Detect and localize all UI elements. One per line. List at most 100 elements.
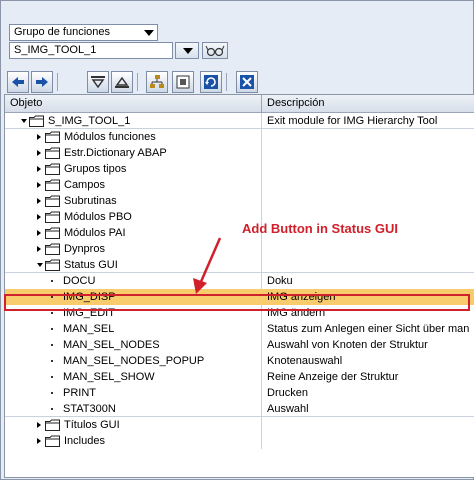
object-cell[interactable]: MAN_SEL_SHOW bbox=[5, 369, 262, 385]
collapsed-arrow-icon[interactable] bbox=[37, 166, 41, 172]
bullet-icon bbox=[51, 360, 53, 362]
refresh-icon bbox=[204, 75, 218, 89]
object-label: S_IMG_TOOL_1 bbox=[48, 115, 131, 127]
collapsed-arrow-icon[interactable] bbox=[37, 134, 41, 140]
folder-icon bbox=[29, 115, 44, 127]
folder-icon bbox=[45, 243, 60, 255]
bullet-icon bbox=[51, 280, 53, 282]
tree-row[interactable]: MAN_SEL Status zum Anlegen einer Sicht üb… bbox=[5, 321, 474, 337]
collapsed-arrow-icon[interactable] bbox=[37, 214, 41, 220]
bullet-icon bbox=[51, 312, 53, 314]
tree-row[interactable]: Includes bbox=[5, 433, 474, 449]
tree-row[interactable]: Grupos tipos bbox=[5, 161, 474, 177]
object-cell[interactable]: MAN_SEL_NODES bbox=[5, 337, 262, 353]
tree-row[interactable]: MAN_SEL_NODES_POPUP Knotenauswahl bbox=[5, 353, 474, 369]
object-label: MAN_SEL bbox=[63, 323, 115, 335]
folder-icon bbox=[45, 227, 60, 239]
hierarchy-button[interactable] bbox=[146, 71, 168, 93]
highlight-box bbox=[4, 294, 470, 311]
object-cell[interactable]: S_IMG_TOOL_1 bbox=[5, 113, 262, 129]
object-label: DOCU bbox=[63, 275, 96, 287]
description-cell: Knotenauswahl bbox=[267, 355, 343, 367]
tree-row[interactable]: Dynpros bbox=[5, 241, 474, 257]
tree-row[interactable]: PRINT Drucken bbox=[5, 385, 474, 401]
tree-row[interactable]: Status GUI bbox=[5, 257, 474, 273]
object-label: Títulos GUI bbox=[64, 419, 120, 431]
forward-button[interactable] bbox=[31, 71, 53, 93]
folder-icon bbox=[45, 435, 60, 447]
collapsed-arrow-icon[interactable] bbox=[37, 198, 41, 204]
expanded-arrow-icon[interactable] bbox=[21, 119, 27, 123]
object-name-dropdown-button[interactable] bbox=[175, 42, 199, 59]
select-button[interactable] bbox=[172, 71, 194, 93]
object-label: MAN_SEL_NODES_POPUP bbox=[63, 355, 205, 367]
description-cell: Status zum Anlegen einer Sicht über man bbox=[267, 323, 470, 335]
collapsed-arrow-icon[interactable] bbox=[37, 422, 41, 428]
folder-icon bbox=[45, 163, 60, 175]
object-label: STAT300N bbox=[63, 403, 116, 415]
object-cell[interactable]: PRINT bbox=[5, 385, 262, 401]
bullet-icon bbox=[51, 328, 53, 330]
object-cell[interactable]: MAN_SEL_NODES_POPUP bbox=[5, 353, 262, 369]
expand-all-button[interactable] bbox=[87, 71, 109, 93]
collapsed-arrow-icon[interactable] bbox=[37, 438, 41, 444]
object-cell[interactable]: Módulos funciones bbox=[5, 129, 262, 145]
tree-row[interactable]: DOCU Doku bbox=[5, 273, 474, 289]
tree-row[interactable]: Títulos GUI bbox=[5, 417, 474, 433]
object-tree-table: Objeto Descripción S_IMG_TOOL_1 Exit modu… bbox=[4, 94, 474, 478]
tree-row[interactable]: Módulos funciones bbox=[5, 129, 474, 145]
tree-row[interactable]: Módulos PAI bbox=[5, 225, 474, 241]
object-cell[interactable]: STAT300N bbox=[5, 401, 262, 417]
bullet-icon bbox=[51, 408, 53, 410]
tree-row[interactable]: STAT300N Auswahl bbox=[5, 401, 474, 417]
object-cell[interactable]: Módulos PBO bbox=[5, 209, 262, 225]
description-cell bbox=[263, 145, 474, 161]
object-name-input[interactable]: S_IMG_TOOL_1 bbox=[9, 42, 173, 59]
column-header-description[interactable]: Descripción bbox=[262, 95, 474, 113]
tree-row[interactable]: Subrutinas bbox=[5, 193, 474, 209]
folder-icon bbox=[45, 195, 60, 207]
tree-row[interactable]: Módulos PBO bbox=[5, 209, 474, 225]
tree-row[interactable]: MAN_SEL_NODES Auswahl von Knoten der Stru… bbox=[5, 337, 474, 353]
collapse-icon bbox=[115, 76, 129, 88]
display-button[interactable] bbox=[202, 42, 228, 59]
object-type-value: Grupo de funciones bbox=[14, 26, 111, 38]
folder-icon bbox=[45, 147, 60, 159]
back-button[interactable] bbox=[7, 71, 29, 93]
collapsed-arrow-icon[interactable] bbox=[37, 246, 41, 252]
description-cell: Auswahl bbox=[267, 403, 309, 415]
description-cell: Drucken bbox=[267, 387, 308, 399]
object-label: MAN_SEL_NODES bbox=[63, 339, 160, 351]
bullet-icon bbox=[51, 392, 53, 394]
toolbar-separator bbox=[226, 73, 227, 91]
object-label: Subrutinas bbox=[64, 195, 117, 207]
object-label: Módulos funciones bbox=[64, 131, 156, 143]
object-cell[interactable]: Títulos GUI bbox=[5, 417, 262, 433]
description-cell bbox=[263, 129, 474, 145]
object-label: Includes bbox=[64, 435, 105, 447]
object-name-value: S_IMG_TOOL_1 bbox=[14, 44, 97, 56]
object-cell[interactable]: Subrutinas bbox=[5, 193, 262, 209]
object-cell[interactable]: Campos bbox=[5, 177, 262, 193]
object-label: Grupos tipos bbox=[64, 163, 127, 175]
tree-row[interactable]: Estr.Dictionary ABAP bbox=[5, 145, 474, 161]
tree-row[interactable]: Campos bbox=[5, 177, 474, 193]
collapsed-arrow-icon[interactable] bbox=[37, 182, 41, 188]
object-cell[interactable]: Estr.Dictionary ABAP bbox=[5, 145, 262, 161]
object-cell[interactable]: Grupos tipos bbox=[5, 161, 262, 177]
collapse-all-button[interactable] bbox=[111, 71, 133, 93]
collapsed-arrow-icon[interactable] bbox=[37, 230, 41, 236]
column-header-object[interactable]: Objeto bbox=[5, 95, 262, 113]
description-cell: Reine Anzeige der Struktur bbox=[267, 371, 399, 383]
object-cell[interactable]: Includes bbox=[5, 433, 262, 449]
collapsed-arrow-icon[interactable] bbox=[37, 150, 41, 156]
expanded-arrow-icon[interactable] bbox=[37, 263, 43, 267]
close-button[interactable] bbox=[236, 71, 258, 93]
object-type-select[interactable]: Grupo de funciones bbox=[9, 24, 158, 41]
tree-row[interactable]: S_IMG_TOOL_1 Exit module for IMG Hierarch… bbox=[5, 113, 474, 129]
object-cell[interactable]: MAN_SEL bbox=[5, 321, 262, 337]
tree-row[interactable]: MAN_SEL_SHOW Reine Anzeige der Struktur bbox=[5, 369, 474, 385]
description-cell bbox=[263, 193, 474, 209]
refresh-button[interactable] bbox=[200, 71, 222, 93]
close-icon bbox=[240, 75, 254, 89]
